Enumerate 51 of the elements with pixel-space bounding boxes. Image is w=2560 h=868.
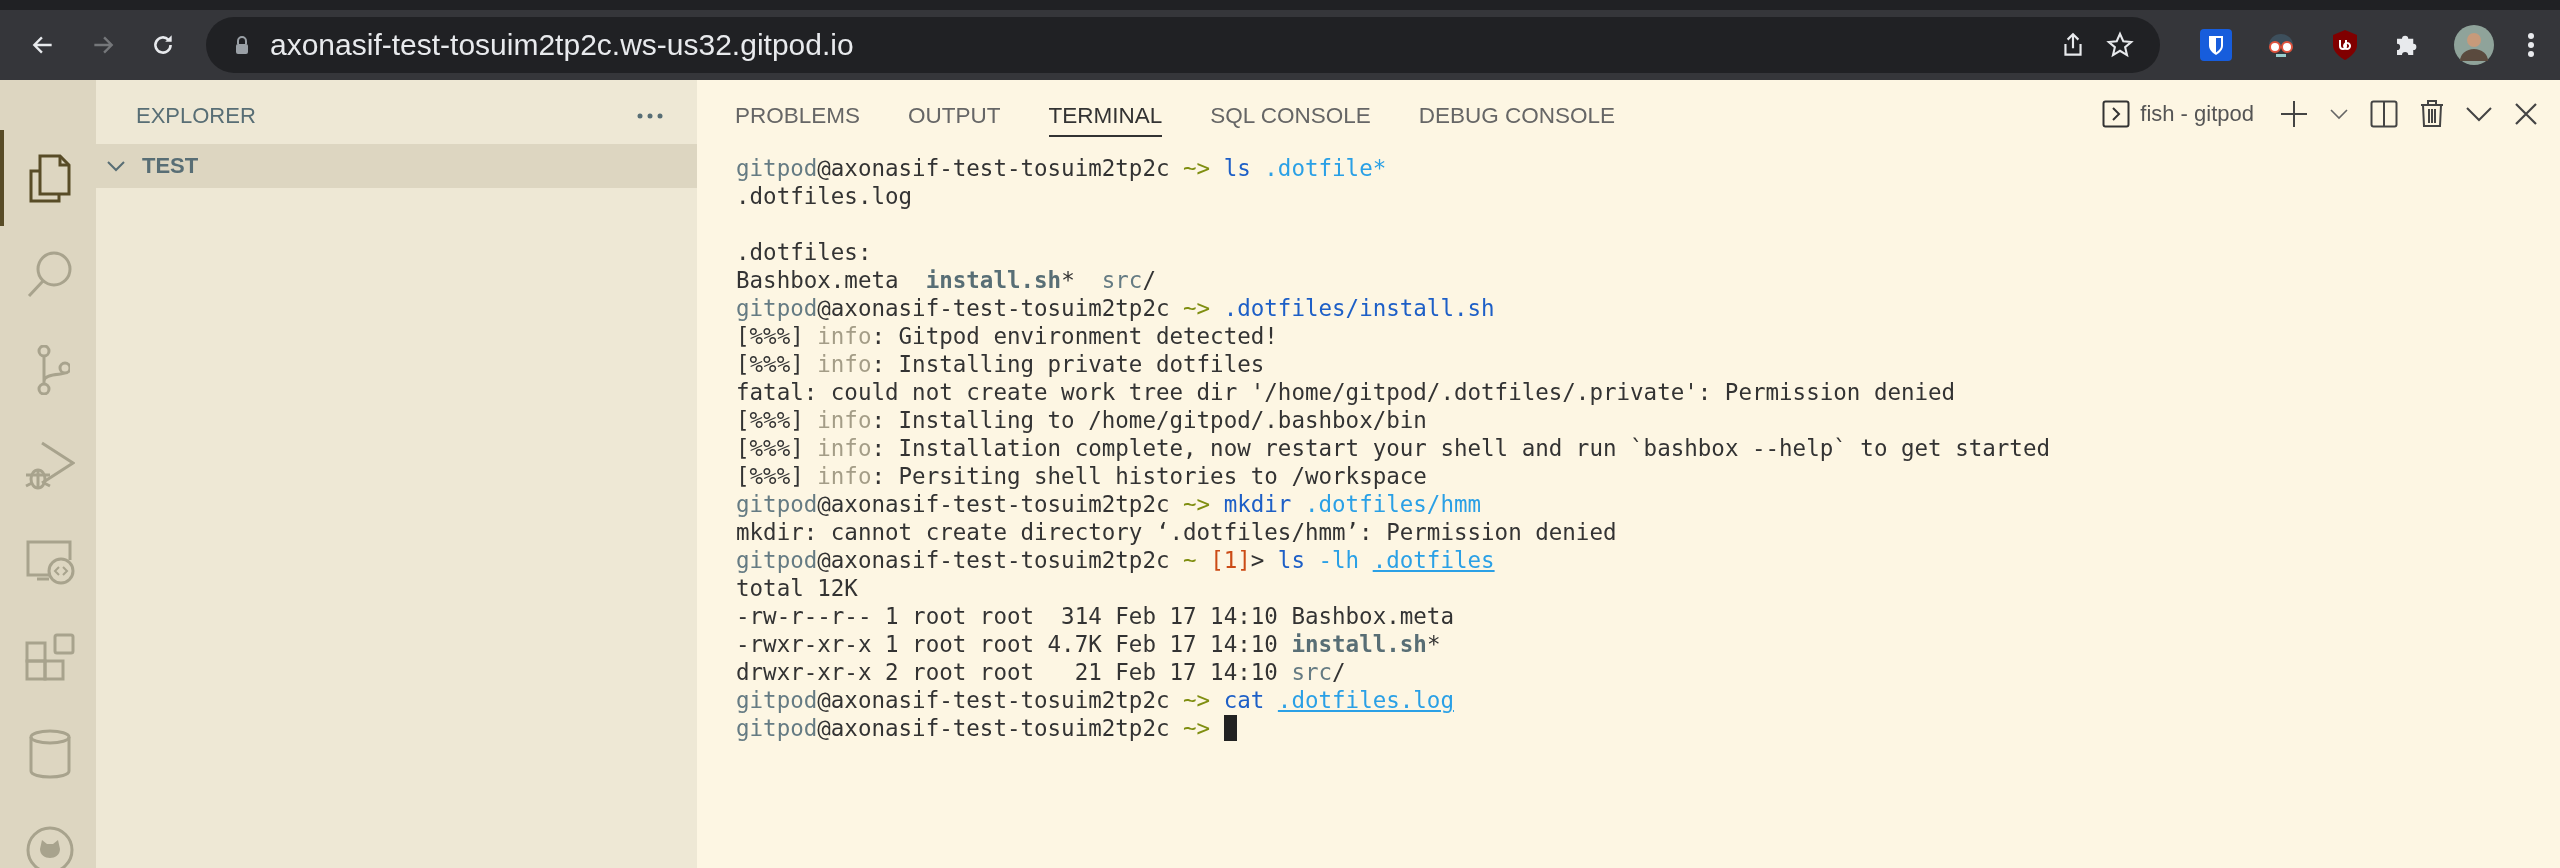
close-icon[interactable]: [2514, 102, 2538, 126]
terminal-line: fatal: could not create work tree dir '/home/gitpod/.dotfiles/.private': Permission denied: [736, 378, 1956, 406]
lock-icon: [234, 35, 250, 55]
terminal-line: [%%%] info: Persiting shell histories to /workspace: [736, 462, 1427, 490]
files-icon: [27, 153, 73, 203]
terminal-line: gitpod@axonasif-test-tosuim2tp2c ~> cat .dotfiles.log: [736, 686, 1454, 714]
terminal-line: gitpod@axonasif-test-tosuim2tp2c ~> mkdir .dotfiles/hmm: [736, 490, 1482, 518]
terminal-line: [%%%] info: Installing to /home/gitpod/.bashbox/bin: [736, 406, 1427, 434]
more-icon[interactable]: [2526, 31, 2536, 59]
search-icon: [26, 249, 74, 299]
run-debug-icon: [25, 441, 75, 491]
github-icon: [25, 825, 75, 868]
terminal-line: drwxr-xr-x 2 root root 21 Feb 17 14:10 src/: [736, 658, 1346, 686]
url-text: axonasif-test-tosuim2tp2c.ws-us32.gitpod.io: [270, 28, 854, 62]
shield-extension-icon[interactable]: [2200, 29, 2232, 61]
terminal-line: gitpod@axonasif-test-tosuim2tp2c ~> .dotfiles/install.sh: [736, 294, 1495, 322]
panel-tab[interactable]: TERMINAL: [1048, 95, 1163, 137]
terminal-line: gitpod@axonasif-test-tosuim2tp2c ~ [1]> ls -lh .dotfiles: [736, 546, 1495, 574]
remote-explorer-icon: [25, 539, 75, 585]
star-icon[interactable]: [2106, 31, 2134, 59]
terminal-line: mkdir: cannot create directory ‘.dotfiles/hmm’: Permission denied: [736, 518, 1617, 546]
panel-tab[interactable]: OUTPUT: [908, 95, 1001, 137]
terminal-line: gitpod@axonasif-test-tosuim2tp2c ~> ls .dotfile*: [736, 154, 1387, 182]
terminal-line: [%%%] info: Installing private dotfiles: [736, 350, 1265, 378]
terminal-line: gitpod@axonasif-test-tosuim2tp2c ~>: [736, 714, 1211, 742]
terminal-line: -rw-r--r-- 1 root root 314 Feb 17 14:10 Bashbox.meta: [736, 602, 1454, 630]
terminal-line: -rwxr-xr-x 1 root root 4.7K Feb 17 14:10 install.sh*: [736, 630, 1441, 658]
terminal-line: total 12K: [736, 574, 858, 602]
trash-icon[interactable]: [2420, 100, 2444, 128]
address-bar[interactable]: axonasif-test-tosuim2tp2c.ws-us32.gitpod.io: [206, 17, 2160, 73]
terminal-icon: [2102, 100, 2131, 128]
panel-title: EXPLORER: [136, 103, 256, 129]
chevron-down-icon[interactable]: [2330, 108, 2348, 120]
terminal-line: [%%%] info: Installation complete, now restart your shell and run `bashbox --help` to get started: [736, 434, 2050, 462]
terminal-line: .dotfiles.log: [736, 182, 913, 210]
panel-tab[interactable]: DEBUG CONSOLE: [1418, 95, 1616, 137]
panel-tab[interactable]: PROBLEMS: [735, 95, 861, 137]
terminal-line: .dotfiles:: [736, 238, 872, 266]
shield-extension-icon[interactable]: [2330, 28, 2360, 62]
split-icon[interactable]: [2370, 100, 2398, 128]
database-icon: [28, 729, 72, 779]
add-icon[interactable]: [2280, 100, 2308, 128]
avatar-icon[interactable]: [2454, 25, 2494, 65]
terminal-line: Bashbox.meta install.sh* src/: [736, 266, 1156, 294]
extensions-icon: [25, 633, 75, 683]
terminal-selector[interactable]: fish - gitpod: [2102, 100, 2254, 128]
more-actions-icon[interactable]: [637, 113, 663, 119]
panel-tab[interactable]: SQL CONSOLE: [1210, 95, 1371, 137]
chevron-down-icon[interactable]: [2466, 106, 2492, 122]
folder-header[interactable]: TEST: [96, 144, 697, 188]
terminal-line: [%%%] info: Gitpod environment detected!: [736, 322, 1278, 350]
